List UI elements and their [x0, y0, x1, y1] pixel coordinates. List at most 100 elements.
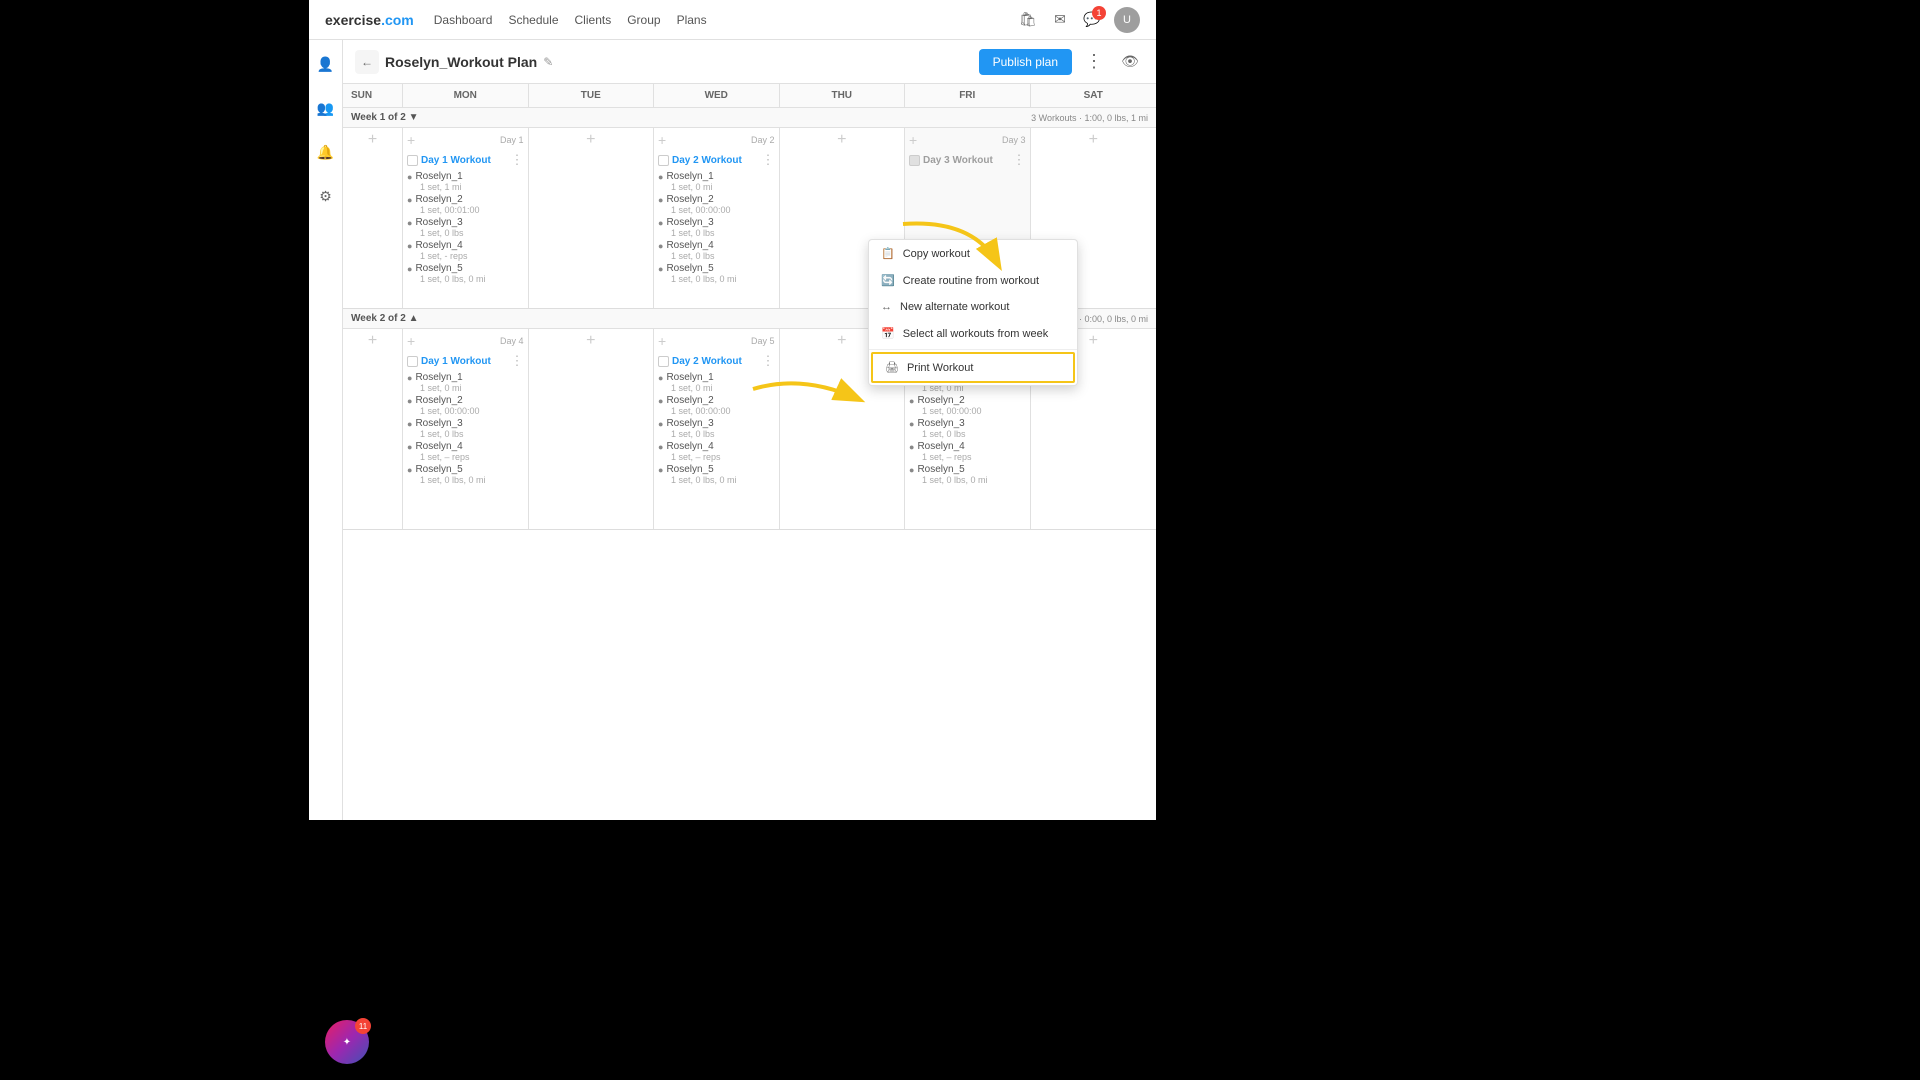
ex-w2d1: ●Roselyn_11 set, 0 mi ●Roselyn_21 set, 0… — [407, 372, 524, 485]
day5-workout-menu[interactable]: ⋮ — [762, 353, 775, 369]
day3-workout-name[interactable]: Day 3 Workout — [923, 155, 1010, 166]
ex-roselyn2-1: ●Roselyn_2 1 set, 00:01:00 — [407, 194, 524, 215]
day-header-sun: SUN — [343, 84, 403, 107]
day5-label: Day 5 — [751, 336, 775, 346]
context-menu-item-copy[interactable]: 📋 Copy workout — [869, 240, 1077, 267]
week2-wed-cell: + Day 5 Day 2 Workout ⋮ ●Roselyn_11 set,… — [654, 329, 780, 529]
ex-name: Roselyn_1 — [415, 171, 462, 182]
add-tue1[interactable]: + — [533, 132, 650, 148]
ex-roselyn5-1: ●Roselyn_5 1 set, 0 lbs, 0 mi — [407, 263, 524, 284]
day4-workout-card: Day 1 Workout ⋮ ●Roselyn_11 set, 0 mi ●R… — [407, 353, 524, 485]
chat-icon[interactable]: 💬 1 — [1082, 10, 1102, 30]
week2-tue-cell: + — [529, 329, 655, 529]
ex-w2d2: ●Roselyn_11 set, 0 mi ●Roselyn_21 set, 0… — [658, 372, 775, 485]
left-sidebar: 👤 👥 🔔 ⚙ — [309, 40, 343, 820]
add-wed2[interactable]: + — [658, 333, 666, 349]
nav-links: Dashboard Schedule Clients Group Plans — [434, 13, 707, 27]
day2-checkbox[interactable] — [658, 155, 669, 166]
week1-mon-cell: + Day 1 Day 1 Workout ⋮ ●Roselyn_1 1 set… — [403, 128, 529, 308]
week-1-header[interactable]: Week 1 of 2 ▼ 3 Workouts · 1:00, 0 lbs, … — [343, 108, 1156, 128]
day5-workout-card: Day 2 Workout ⋮ ●Roselyn_11 set, 0 mi ●R… — [658, 353, 775, 485]
day4-label: Day 4 — [500, 336, 524, 346]
add-thu1[interactable]: + — [784, 132, 901, 148]
week1-sun-cell: + — [343, 128, 403, 308]
day1-workout-menu[interactable]: ⋮ — [511, 152, 524, 168]
nav-link-group[interactable]: Group — [627, 13, 660, 27]
day5-checkbox[interactable] — [658, 356, 669, 367]
nav-link-dashboard[interactable]: Dashboard — [434, 13, 493, 27]
context-menu-item-alternate[interactable]: ↔ New alternate workout — [869, 294, 1077, 320]
add-sun2[interactable]: + — [347, 333, 398, 349]
nav-link-plans[interactable]: Plans — [677, 13, 707, 27]
add-tue2[interactable]: + — [533, 333, 650, 349]
calendar-area: SUN MON TUE WED THU FRI SAT Week 1 of 2 … — [343, 84, 1156, 820]
back-button[interactable]: ← — [355, 50, 379, 74]
ex-roselyn3-1: ●Roselyn_3 1 set, 0 lbs — [407, 217, 524, 238]
ex-w1d2: ●Roselyn_11 set, 0 mi ●Roselyn_21 set, 0… — [658, 171, 775, 284]
day4-checkbox[interactable] — [407, 356, 418, 367]
sidebar-icon-person[interactable]: 👤 — [312, 50, 340, 78]
week2-sun-cell: + — [343, 329, 403, 529]
day1-checkbox[interactable] — [407, 155, 418, 166]
ex-name: Roselyn_3 — [415, 217, 462, 228]
sidebar-icon-group[interactable]: 👥 — [312, 94, 340, 122]
add-mon1[interactable]: + — [407, 132, 415, 148]
nav-right: 🛍 ✉ 💬 1 U — [1018, 7, 1140, 33]
day1-label: Day 1 — [500, 135, 524, 145]
day3-label: Day 3 — [1002, 135, 1026, 145]
day-header-mon: MON — [403, 84, 529, 107]
day3-workout-menu[interactable]: ⋮ — [1013, 152, 1026, 168]
day-header-fri: FRI — [905, 84, 1031, 107]
day-header-wed: WED — [654, 84, 780, 107]
alternate-icon: ↔ — [881, 301, 892, 313]
week1-wed-cell: + Day 2 Day 2 Workout ⋮ ●Roselyn_11 set,… — [654, 128, 780, 308]
day2-workout-card: Day 2 Workout ⋮ ●Roselyn_11 set, 0 mi ●R… — [658, 152, 775, 284]
week-1-label: Week 1 of 2 ▼ — [351, 112, 419, 123]
sidebar-icon-settings[interactable]: ⚙ — [312, 182, 340, 210]
add-sat1[interactable]: + — [1035, 132, 1153, 148]
edit-icon[interactable]: ✎ — [543, 55, 553, 69]
nav-link-schedule[interactable]: Schedule — [508, 13, 558, 27]
add-mon2[interactable]: + — [407, 333, 415, 349]
day3-workout-card: Day 3 Workout ⋮ — [909, 152, 1026, 168]
avatar[interactable]: U — [1114, 7, 1140, 33]
context-menu: 📋 Copy workout 🔄 Create routine from wor… — [868, 239, 1078, 386]
add-sun1[interactable]: + — [347, 132, 398, 148]
context-menu-item-print[interactable]: 🖨 Print Workout — [871, 352, 1075, 383]
shop-icon[interactable]: 🛍 — [1018, 10, 1038, 30]
day4-workout-menu[interactable]: ⋮ — [511, 353, 524, 369]
day1-workout-name[interactable]: Day 1 Workout — [421, 155, 508, 166]
main-content: ← Roselyn_Workout Plan ✎ Publish plan ⋮ … — [343, 40, 1156, 820]
ex-meta: 1 set, 0 lbs — [407, 228, 524, 238]
nav-link-clients[interactable]: Clients — [575, 13, 612, 27]
eye-button[interactable]: 👁 — [1116, 48, 1144, 76]
day-header-tue: TUE — [529, 84, 655, 107]
ex-meta: 1 set, 00:01:00 — [407, 205, 524, 215]
day1-workout-card: Day 1 Workout ⋮ ●Roselyn_1 1 set, 1 mi ●… — [407, 152, 524, 284]
publish-button[interactable]: Publish plan — [979, 49, 1072, 75]
day2-label: Day 2 — [751, 135, 775, 145]
mail-icon[interactable]: ✉ — [1050, 10, 1070, 30]
add-fri1[interactable]: + — [909, 132, 917, 148]
ex-roselyn1-1: ●Roselyn_1 1 set, 1 mi — [407, 171, 524, 192]
ex-meta: 1 set, 1 mi — [407, 182, 524, 192]
routine-icon: 🔄 — [881, 274, 895, 287]
day2-workout-menu[interactable]: ⋮ — [762, 152, 775, 168]
day3-checkbox[interactable] — [909, 155, 920, 166]
sidebar-icon-bell[interactable]: 🔔 — [312, 138, 340, 166]
week-1-stats: 3 Workouts · 1:00, 0 lbs, 1 mi — [1031, 113, 1148, 123]
day5-workout-name[interactable]: Day 2 Workout — [672, 356, 759, 367]
ex-meta: 1 set, - reps — [407, 251, 524, 261]
more-options-button[interactable]: ⋮ — [1080, 48, 1108, 76]
context-menu-item-select-all[interactable]: 📅 Select all workouts from week — [869, 320, 1077, 347]
logo: exercise.com — [325, 12, 414, 28]
day2-workout-name[interactable]: Day 2 Workout — [672, 155, 759, 166]
day4-workout-name[interactable]: Day 1 Workout — [421, 356, 508, 367]
copy-icon: 📋 — [881, 247, 895, 260]
add-wed1[interactable]: + — [658, 132, 666, 148]
context-menu-item-create-routine[interactable]: 🔄 Create routine from workout — [869, 267, 1077, 294]
notif-badge: 11 — [355, 1018, 371, 1034]
bottom-notification[interactable]: ✦ 11 — [325, 1020, 375, 1070]
week-2-label: Week 2 of 2 ▲ — [351, 313, 419, 324]
day-header-sat: SAT — [1031, 84, 1157, 107]
